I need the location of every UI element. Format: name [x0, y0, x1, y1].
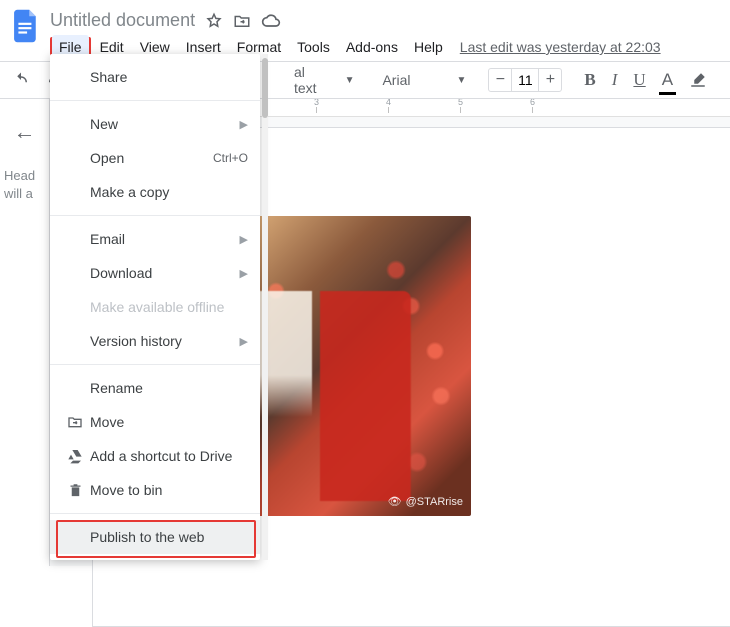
menu-item-add-shortcut[interactable]: Add a shortcut to Drive: [50, 439, 260, 473]
menu-item-version-history[interactable]: Version history▶: [50, 324, 260, 358]
menu-item-email[interactable]: Email▶: [50, 222, 260, 256]
last-edit-link[interactable]: Last edit was yesterday at 22:03: [460, 39, 661, 55]
menubar-help[interactable]: Help: [407, 35, 450, 59]
font-size-increase[interactable]: +: [539, 71, 561, 89]
font-family-select[interactable]: Arial▼: [376, 68, 472, 92]
menu-item-rename[interactable]: Rename: [50, 371, 260, 405]
chevron-down-icon: ▼: [456, 75, 466, 86]
submenu-arrow-icon: ▶: [240, 335, 248, 348]
bold-button[interactable]: B: [578, 66, 601, 94]
undo-button[interactable]: [6, 67, 36, 93]
text-color-button[interactable]: A: [656, 66, 679, 94]
submenu-arrow-icon: ▶: [240, 118, 248, 131]
font-size-control: − +: [488, 68, 562, 92]
font-size-input[interactable]: [511, 69, 539, 91]
app-header: Untitled document File Edit View Insert …: [0, 0, 730, 61]
menu-item-make-copy[interactable]: Make a copy: [50, 175, 260, 209]
trash-icon: [64, 483, 86, 498]
underline-button[interactable]: U: [627, 66, 651, 94]
menu-item-open[interactable]: OpenCtrl+O: [50, 141, 260, 175]
submenu-arrow-icon: ▶: [240, 267, 248, 280]
submenu-arrow-icon: ▶: [240, 233, 248, 246]
outline-collapse-icon[interactable]: ←: [0, 119, 49, 145]
cloud-status-icon[interactable]: [261, 12, 281, 30]
chevron-down-icon: ▼: [345, 75, 355, 86]
menu-item-download[interactable]: Download▶: [50, 256, 260, 290]
file-menu-dropdown: Share New▶ OpenCtrl+O Make a copy Email▶…: [50, 54, 260, 560]
menu-item-move-to-bin[interactable]: Move to bin: [50, 473, 260, 507]
move-folder-icon[interactable]: [233, 12, 251, 30]
outline-placeholder-text: Head will a: [0, 145, 49, 203]
dropdown-scrollbar[interactable]: [262, 58, 268, 118]
font-size-decrease[interactable]: −: [489, 71, 511, 89]
star-icon[interactable]: [205, 12, 223, 30]
drive-icon: [64, 448, 86, 464]
document-title[interactable]: Untitled document: [50, 10, 195, 31]
outline-sidebar: ← Head will a: [0, 99, 50, 566]
menubar-addons[interactable]: Add-ons: [339, 35, 405, 59]
paragraph-style-select[interactable]: al text▼: [288, 60, 360, 100]
move-icon: [64, 414, 86, 430]
italic-button[interactable]: I: [606, 66, 624, 94]
docs-logo-icon[interactable]: [8, 8, 44, 44]
menu-item-new[interactable]: New▶: [50, 107, 260, 141]
highlight-color-button[interactable]: [683, 67, 713, 93]
menu-item-move[interactable]: Move: [50, 405, 260, 439]
image-watermark: 👁@STARrise: [388, 495, 463, 508]
menu-item-publish-to-web[interactable]: Publish to the web: [50, 520, 260, 554]
menubar-tools[interactable]: Tools: [290, 35, 337, 59]
menu-item-make-offline: Make available offline: [50, 290, 260, 324]
menu-item-share[interactable]: Share: [50, 60, 260, 94]
